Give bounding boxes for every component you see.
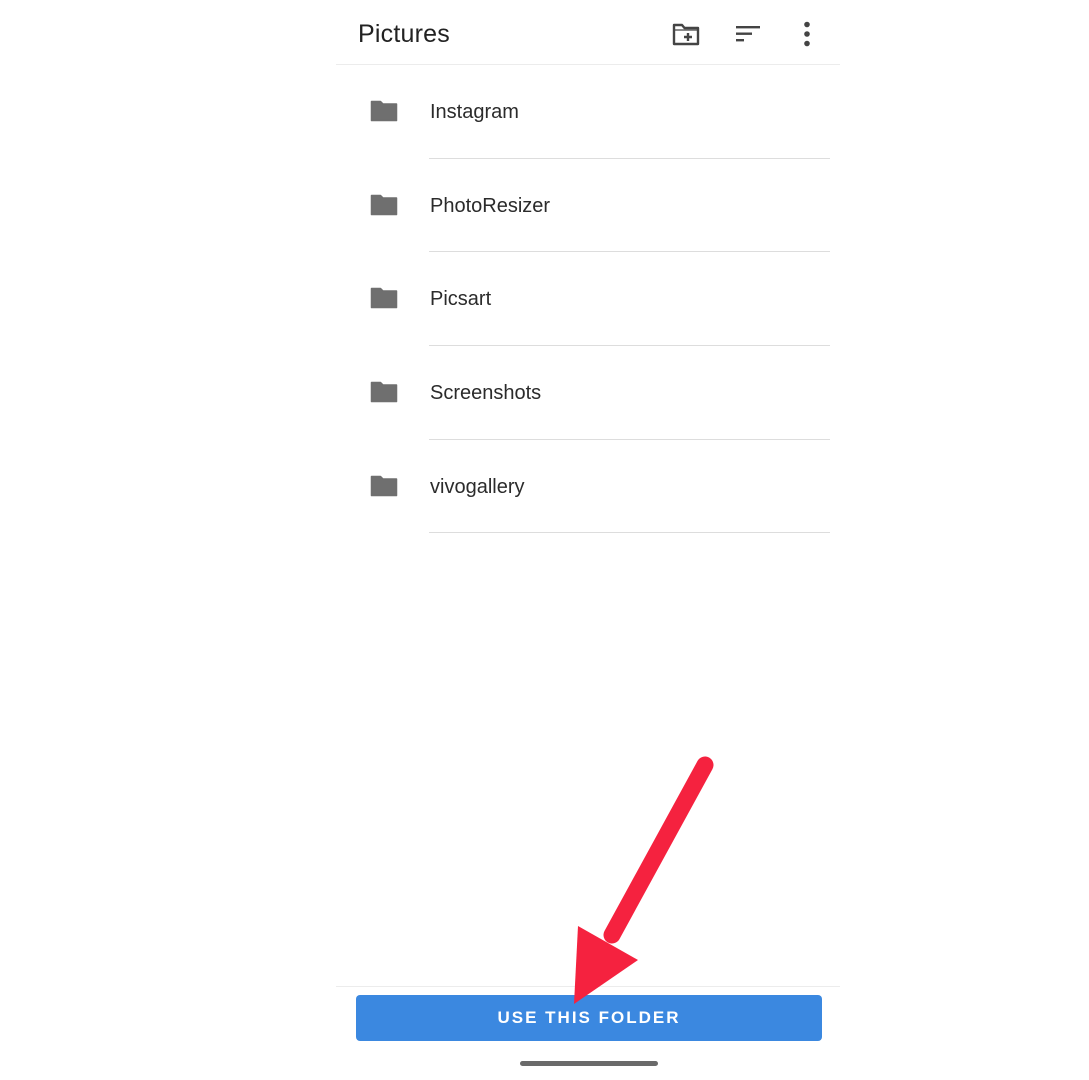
folder-icon bbox=[370, 288, 398, 309]
page-title: Pictures bbox=[358, 20, 450, 48]
folder-name: PhotoResizer bbox=[430, 194, 551, 217]
sort-icon bbox=[736, 26, 760, 42]
folder-list: Instagram PhotoResizer Picsart Screensho… bbox=[336, 65, 840, 534]
folder-name: Screenshots bbox=[430, 382, 542, 405]
divider bbox=[429, 532, 830, 534]
folder-icon bbox=[370, 194, 398, 215]
folder-item-photoresizer[interactable]: PhotoResizer bbox=[336, 159, 840, 253]
app-bar: Pictures bbox=[336, 0, 840, 65]
more-vert-icon bbox=[804, 21, 810, 47]
document-picker-screen: Pictures Instagram PhotoResizer Picsart … bbox=[336, 0, 840, 1080]
folder-name: Picsart bbox=[430, 288, 492, 311]
use-this-folder-button[interactable]: USE THIS FOLDER bbox=[356, 995, 822, 1041]
sort-button[interactable] bbox=[728, 14, 768, 54]
folder-icon bbox=[370, 381, 398, 403]
folder-name: vivogallery bbox=[430, 475, 525, 498]
folder-item-instagram[interactable]: Instagram bbox=[336, 65, 840, 159]
folder-icon bbox=[370, 100, 398, 122]
folder-icon bbox=[370, 475, 398, 496]
home-indicator[interactable] bbox=[520, 1061, 658, 1066]
bottom-bar-divider bbox=[336, 986, 840, 987]
folder-item-screenshots[interactable]: Screenshots bbox=[336, 346, 840, 440]
folder-item-picsart[interactable]: Picsart bbox=[336, 252, 840, 347]
folder-name: Instagram bbox=[430, 101, 519, 123]
more-options-button[interactable] bbox=[787, 14, 827, 54]
folder-item-vivogallery[interactable]: vivogallery bbox=[336, 440, 840, 534]
new-folder-button[interactable] bbox=[666, 14, 706, 54]
create-new-folder-icon bbox=[672, 23, 700, 46]
